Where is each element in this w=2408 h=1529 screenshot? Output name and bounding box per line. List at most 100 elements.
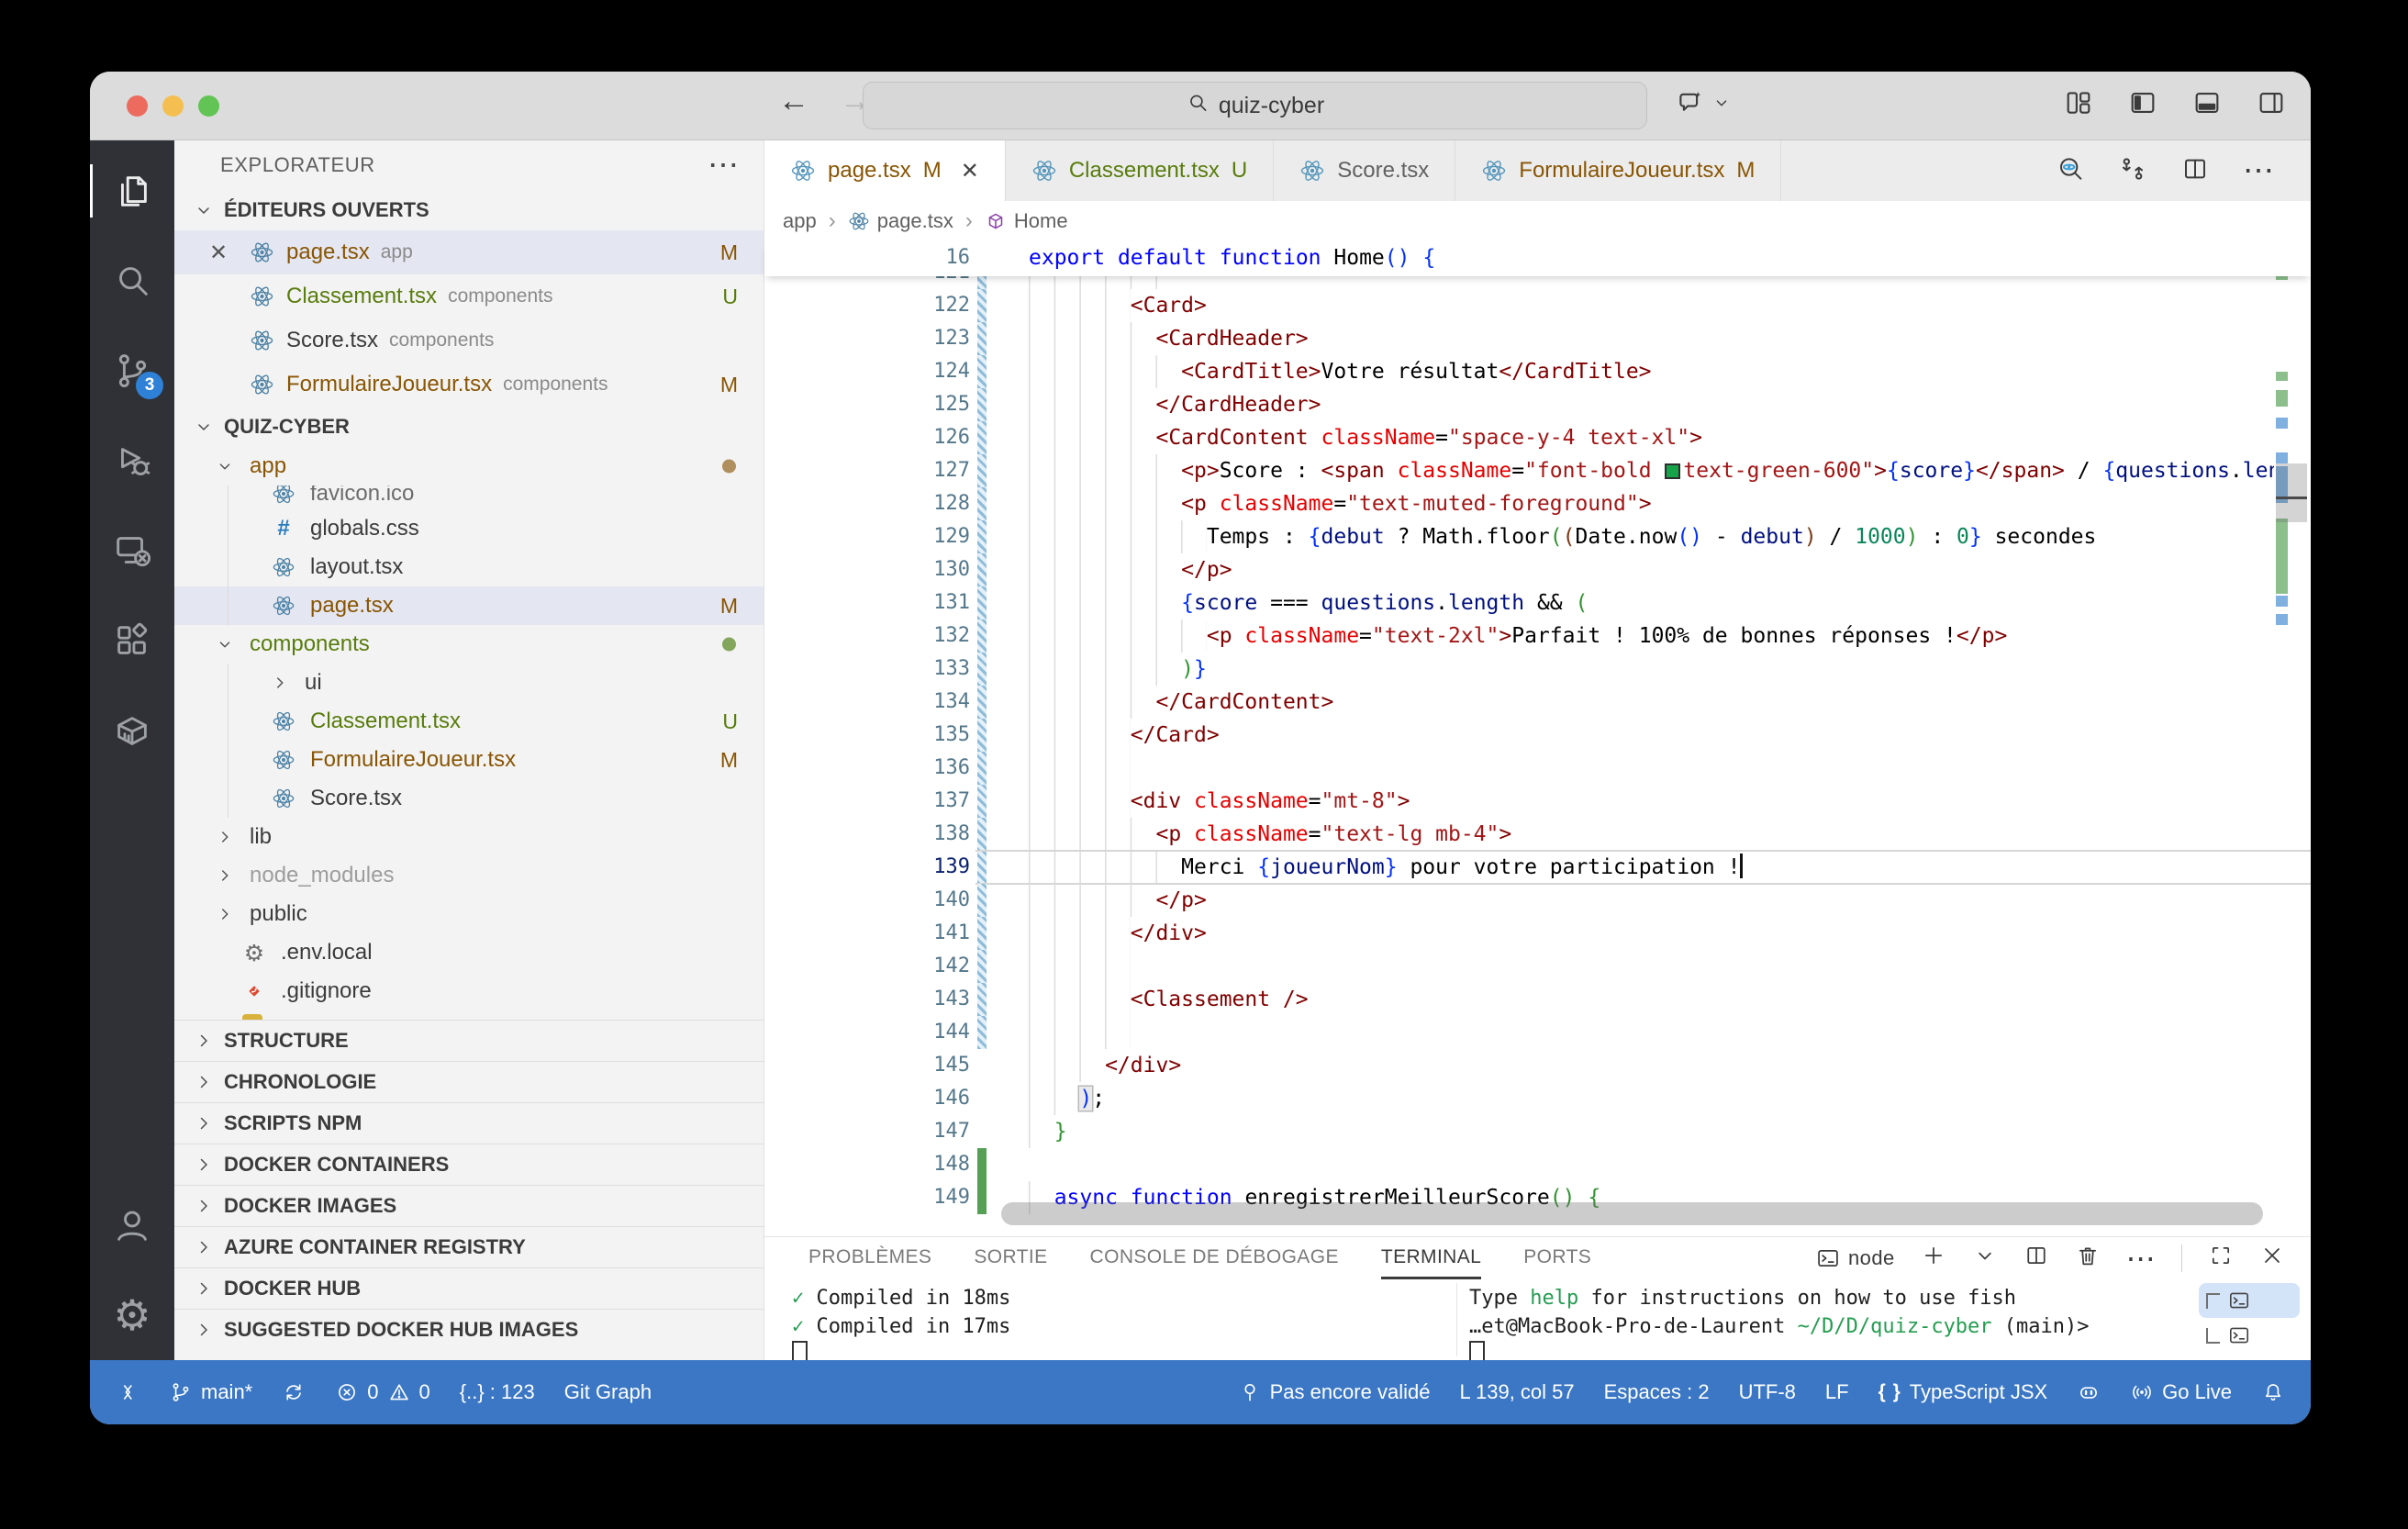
code-line-126[interactable]: 126<CardContent className="space-y-4 tex…: [764, 421, 2311, 454]
tree-item-components[interactable]: components: [174, 625, 764, 664]
activity-containers[interactable]: [90, 686, 174, 776]
terminal-pane-right[interactable]: Type help for instructions on how to use…: [1469, 1284, 2090, 1360]
new-terminal-button[interactable]: [1921, 1243, 1946, 1274]
more-actions-icon[interactable]: ⋯: [2243, 152, 2276, 189]
sticky-scroll-line[interactable]: 16export default function Home() {: [764, 241, 2311, 276]
terminal-pane-divider[interactable]: [1456, 1283, 1457, 1356]
back-button[interactable]: ←: [774, 84, 814, 119]
panel-more-actions-icon[interactable]: ⋯: [2126, 1241, 2156, 1276]
section-docker-containers[interactable]: DOCKER CONTAINERS: [174, 1144, 764, 1185]
status-commit-status[interactable]: Pas encore validé: [1238, 1380, 1431, 1404]
code-line-141[interactable]: 141</div>: [764, 917, 2311, 950]
code-line-148[interactable]: 148: [764, 1148, 2311, 1181]
terminal-pane-left[interactable]: ✓ Compiled in 18ms✓ Compiled in 17ms: [792, 1284, 1010, 1360]
close-editor-icon[interactable]: ✕: [209, 230, 228, 274]
toggle-panel-button[interactable]: [2191, 87, 2223, 123]
status-eol[interactable]: LF: [1825, 1380, 1849, 1404]
terminal-tab-item[interactable]: [2199, 1283, 2300, 1318]
close-panel-button[interactable]: [2259, 1243, 2285, 1274]
tree-item-ui[interactable]: ui: [174, 664, 764, 702]
minimize-window-button[interactable]: [162, 95, 184, 117]
panel-tab-PORTS[interactable]: PORTS: [1523, 1237, 1591, 1279]
code-line-129[interactable]: 129Temps : {debut ? Math.floor((Date.now…: [764, 520, 2311, 553]
section-suggested-docker-hub-images[interactable]: SUGGESTED DOCKER HUB IMAGES: [174, 1309, 764, 1350]
customize-layout-button[interactable]: [2063, 87, 2094, 123]
maximize-panel-button[interactable]: [2208, 1243, 2234, 1274]
panel-tab-TERMINAL[interactable]: TERMINAL: [1381, 1237, 1481, 1279]
status-language-mode[interactable]: { }TypeScript JSX: [1878, 1380, 2048, 1404]
more-actions-icon[interactable]: ⋯: [708, 147, 740, 184]
breadcrumb-item-Home[interactable]: Home: [985, 209, 1068, 233]
section-open-editors[interactable]: ÉDITEURS OUVERTS: [174, 190, 764, 230]
shell-selector[interactable]: node: [1815, 1245, 1895, 1271]
status-problems[interactable]: 00: [335, 1380, 430, 1404]
tab-Score.tsx[interactable]: Score.tsx: [1274, 140, 1455, 201]
section-docker-images[interactable]: DOCKER IMAGES: [174, 1185, 764, 1226]
code-line-131[interactable]: 131{score === questions.length && (: [764, 586, 2311, 619]
tree-item-Classement.tsx[interactable]: Classement.tsxU: [174, 702, 764, 741]
zoom-window-button[interactable]: [198, 95, 219, 117]
open-editor-item[interactable]: Score.tsxcomponents: [174, 318, 764, 363]
section-azure-container-registry[interactable]: AZURE CONTAINER REGISTRY: [174, 1226, 764, 1267]
activity-explorer[interactable]: [90, 146, 174, 236]
terminal-dropdown-button[interactable]: [1972, 1243, 1998, 1274]
tab-Classement.tsx[interactable]: Classement.tsxU: [1006, 140, 1274, 201]
code-line-147[interactable]: 147}: [764, 1115, 2311, 1148]
code-line-146[interactable]: 146);: [764, 1082, 2311, 1115]
code-line-124[interactable]: 124<CardTitle>Votre résultat</CardTitle>: [764, 355, 2311, 388]
panel-tab-SORTIE[interactable]: SORTIE: [974, 1237, 1047, 1279]
code-editor[interactable]: 121122<Card>123<CardHeader>124<CardTitle…: [764, 276, 2311, 1236]
status-todo-counter[interactable]: {..} : 123: [460, 1380, 535, 1404]
status-indentation[interactable]: Espaces : 2: [1604, 1380, 1710, 1404]
terminal-content[interactable]: ✓ Compiled in 18ms✓ Compiled in 17ms Typ…: [764, 1279, 2311, 1360]
status-git-graph[interactable]: Git Graph: [564, 1380, 652, 1404]
code-line-139[interactable]: 139Merci {joueurNom} pour votre particip…: [764, 851, 2311, 884]
open-editor-item[interactable]: FormulaireJoueur.tsxcomponentsM: [174, 363, 764, 407]
breadcrumb-item-app[interactable]: app: [783, 209, 817, 233]
status-git-branch[interactable]: main*: [169, 1380, 252, 1404]
tree-item-.env.local[interactable]: ⚙.env.local: [174, 933, 764, 972]
code-line-128[interactable]: 128<p className="text-muted-foreground">: [764, 487, 2311, 520]
activity-run-debug[interactable]: [90, 416, 174, 506]
code-line-140[interactable]: 140</p>: [764, 884, 2311, 917]
activity-extensions[interactable]: [90, 596, 174, 686]
status-encoding[interactable]: UTF-8: [1739, 1380, 1796, 1404]
activity-search[interactable]: [90, 236, 174, 326]
kill-terminal-button[interactable]: [2075, 1243, 2101, 1274]
section-docker-hub[interactable]: DOCKER HUB: [174, 1267, 764, 1309]
split-terminal-button[interactable]: [2023, 1243, 2049, 1274]
tree-item-clipped[interactable]: [174, 1010, 764, 1020]
compare-button[interactable]: [2118, 154, 2147, 188]
tree-item-page.tsx[interactable]: page.tsxM: [174, 586, 764, 625]
section-scripts-npm[interactable]: SCRIPTS NPM: [174, 1102, 764, 1144]
code-line-130[interactable]: 130</p>: [764, 553, 2311, 586]
panel-tab-PROBLÈMES[interactable]: PROBLÈMES: [808, 1237, 931, 1279]
section-project[interactable]: QUIZ-CYBER: [174, 407, 764, 447]
status-cursor-position[interactable]: L 139, col 57: [1459, 1380, 1574, 1404]
code-line-145[interactable]: 145</div>: [764, 1049, 2311, 1082]
tab-FormulaireJoueur.tsx[interactable]: FormulaireJoueur.tsxM: [1455, 140, 1781, 201]
tree-item-FormulaireJoueur.tsx[interactable]: FormulaireJoueur.tsxM: [174, 741, 764, 779]
activity-remote-explorer[interactable]: [90, 506, 174, 596]
tree-item-layout.tsx[interactable]: layout.tsx: [174, 548, 764, 586]
status-notifications[interactable]: [2261, 1380, 2285, 1404]
status-sync[interactable]: [282, 1380, 306, 1404]
code-line-125[interactable]: 125</CardHeader>: [764, 388, 2311, 421]
code-line-127[interactable]: 127<p>Score : <span className="font-bold…: [764, 454, 2311, 487]
code-line-136[interactable]: 136: [764, 752, 2311, 785]
activity-account[interactable]: [90, 1180, 174, 1270]
code-line-138[interactable]: 138<p className="text-lg mb-4">: [764, 818, 2311, 851]
chat-button[interactable]: [1675, 87, 1732, 123]
tree-item-app[interactable]: app: [174, 447, 764, 485]
tree-item-clipped[interactable]: favicon.ico: [174, 485, 764, 509]
tab-page.tsx[interactable]: page.tsxM✕: [764, 140, 1006, 201]
open-editor-item[interactable]: Classement.tsxcomponentsU: [174, 274, 764, 318]
code-line-132[interactable]: 132<p className="text-2xl">Parfait ! 100…: [764, 619, 2311, 653]
open-editor-item[interactable]: ✕page.tsxappM: [174, 230, 764, 274]
panel-tab-CONSOLE DE DÉBOGAGE[interactable]: CONSOLE DE DÉBOGAGE: [1090, 1237, 1339, 1279]
tree-item-globals.css[interactable]: #globals.css: [174, 509, 764, 548]
status-copilot[interactable]: [2077, 1380, 2101, 1404]
activity-settings[interactable]: ⚙: [90, 1270, 174, 1360]
breadcrumb[interactable]: app›page.tsx›Home: [764, 201, 2311, 241]
toggle-primary-sidebar-button[interactable]: [2127, 87, 2158, 123]
